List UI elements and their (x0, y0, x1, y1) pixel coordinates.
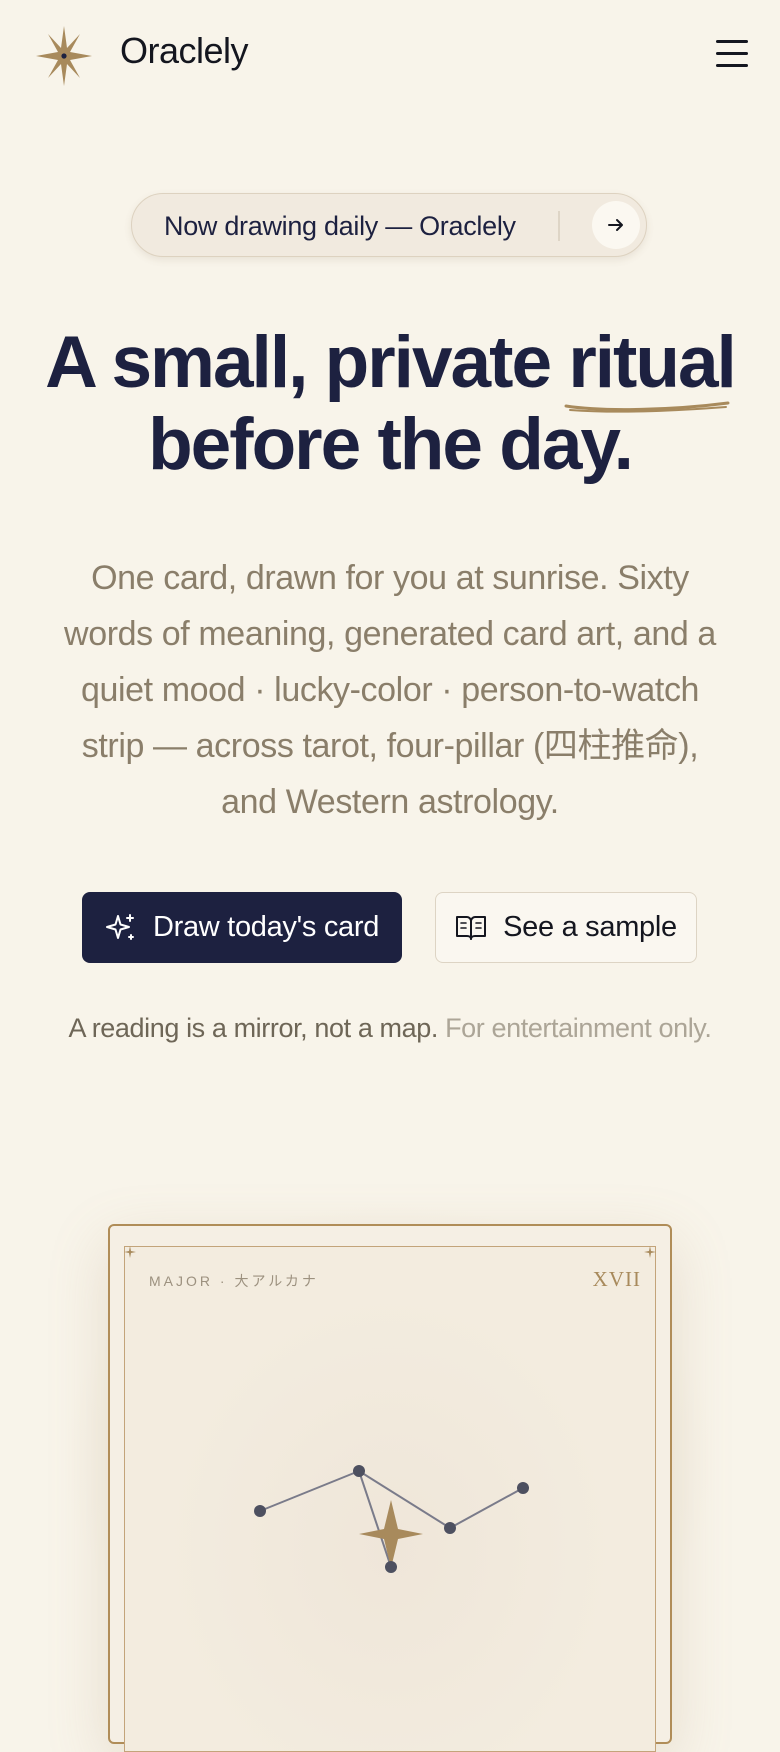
disclaimer: A reading is a mirror, not a map. For en… (0, 1013, 780, 1044)
brand-name[interactable]: Oraclely (120, 30, 249, 72)
tarot-card-preview: MAJOR · 大アルカナ XVII (108, 1224, 672, 1752)
draw-card-label: Draw today's card (152, 911, 380, 943)
see-sample-label: See a sample (503, 911, 677, 943)
see-sample-button[interactable]: See a sample (435, 892, 697, 963)
pill-divider (558, 211, 560, 241)
draw-card-button[interactable]: Draw today's card (82, 892, 402, 963)
announcement-text: Now drawing daily — Oraclely (164, 211, 516, 241)
announcement-arrow-button[interactable] (592, 201, 640, 249)
hand-drawn-underline (564, 401, 730, 413)
sparkles-icon (105, 913, 134, 940)
hero-title: A small, private ritual before the day. (0, 322, 780, 486)
star-icon (359, 1500, 423, 1568)
star-burst-icon[interactable] (34, 26, 94, 86)
menu-button[interactable] (716, 40, 748, 70)
card-inner-frame: MAJOR · 大アルカナ XVII (124, 1246, 656, 1752)
hero-title-line2: before the day. (148, 404, 634, 485)
hero-description: One card, drawn for you at sunrise. Sixt… (64, 559, 716, 821)
hamburger-menu-icon (716, 40, 748, 43)
arrow-right-icon (608, 219, 623, 231)
hero-title-highlight: ritual (564, 322, 737, 413)
disclaimer-main: A reading is a mirror, not a map. (68, 1013, 438, 1043)
constellation-art (254, 1465, 529, 1573)
announcement-pill[interactable]: Now drawing daily — Oraclely (131, 193, 647, 257)
site-header: Oraclely (0, 0, 780, 110)
open-book-icon (456, 915, 487, 940)
disclaimer-muted: For entertainment only. (445, 1013, 712, 1043)
hero-title-part1: A small, private (45, 322, 569, 403)
